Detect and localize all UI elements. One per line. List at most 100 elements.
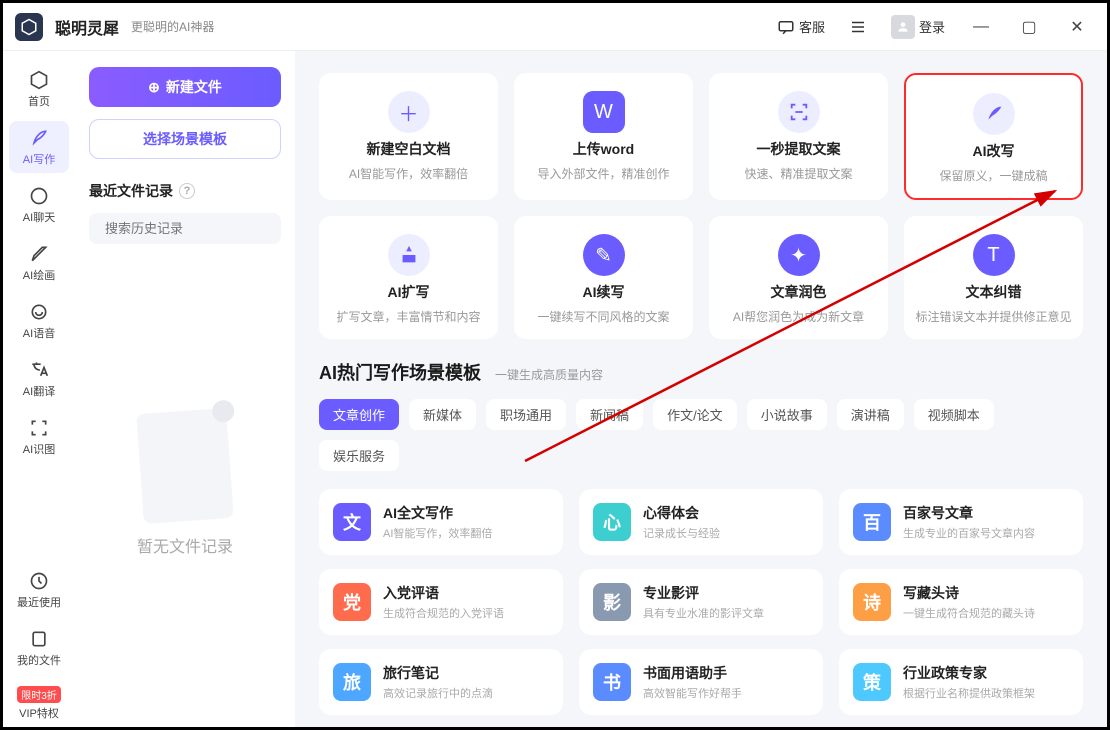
tab-1[interactable]: 新媒体	[409, 399, 476, 430]
feather-icon	[28, 127, 50, 149]
sidebar-item-write[interactable]: AI写作	[9, 121, 69, 173]
chat-icon	[28, 185, 50, 207]
template-card[interactable]: 策行业政策专家根据行业名称提供政策框架	[839, 649, 1083, 715]
template-icon: 诗	[853, 583, 891, 621]
close-button[interactable]: ✕	[1059, 9, 1095, 45]
tab-7[interactable]: 视频脚本	[914, 399, 994, 430]
mic-icon	[28, 301, 50, 323]
template-icon: 书	[593, 663, 631, 701]
template-desc: 根据行业名称提供政策框架	[903, 685, 1035, 701]
empty-text: 暂无文件记录	[137, 533, 233, 557]
template-title: 入党评语	[383, 583, 504, 603]
template-desc: 生成专业的百家号文章内容	[903, 525, 1035, 541]
polish-icon: ✦	[778, 234, 820, 276]
template-title: 百家号文章	[903, 503, 1035, 523]
template-card[interactable]: 文 AI全文写作 AI智能写作，效率翻倍	[319, 489, 563, 555]
tab-5[interactable]: 小说故事	[747, 399, 827, 430]
template-desc: 具有专业水准的影评文章	[643, 605, 764, 621]
expand-icon	[388, 234, 430, 276]
category-tabs: 文章创作新媒体职场通用新闻稿作文/论文小说故事演讲稿视频脚本娱乐服务	[319, 399, 1083, 471]
template-icon: 影	[593, 583, 631, 621]
tab-8[interactable]: 娱乐服务	[319, 440, 399, 471]
template-desc: 记录成长与经验	[643, 525, 720, 541]
template-card[interactable]: 心心得体会记录成长与经验	[579, 489, 823, 555]
template-title: AI全文写作	[383, 503, 492, 523]
sidebar-item-draw[interactable]: AI绘画	[9, 237, 69, 289]
template-icon: 百	[853, 503, 891, 541]
menu-icon	[849, 18, 867, 36]
minimize-button[interactable]: —	[963, 9, 999, 45]
template-desc: 一键生成符合规范的藏头诗	[903, 605, 1035, 621]
body: 首页 AI写作 AI聊天 AI绘画 AI语音 AI翻译 AI识图 最近使用 我的…	[3, 51, 1107, 727]
template-card[interactable]: 党入党评语生成符合规范的入党评语	[319, 569, 563, 635]
sidebar-item-voice[interactable]: AI语音	[9, 295, 69, 347]
sidebar-item-home[interactable]: 首页	[9, 63, 69, 115]
help-icon[interactable]: ?	[179, 183, 195, 199]
template-desc: 高效智能写作好帮手	[643, 685, 742, 701]
template-card[interactable]: 诗写藏头诗一键生成符合规范的藏头诗	[839, 569, 1083, 635]
feature-row-1: ＋新建空白文档AI智能写作，效率翻倍 W上传word导入外部文件，精准创作 一秒…	[319, 73, 1083, 200]
translate-icon	[28, 359, 50, 381]
app-tagline: 更聪明的AI神器	[131, 18, 214, 35]
template-icon: 旅	[333, 663, 371, 701]
tab-3[interactable]: 新闻稿	[576, 399, 643, 430]
tab-4[interactable]: 作文/论文	[653, 399, 737, 430]
file-icon	[28, 628, 50, 650]
continue-icon: ✎	[583, 234, 625, 276]
sidebar-item-chat[interactable]: AI聊天	[9, 179, 69, 231]
card-polish[interactable]: ✦文章润色AI帮您润色为成为新文章	[709, 216, 888, 339]
sidebar-item-myfiles[interactable]: 我的文件	[9, 622, 69, 674]
scan-icon	[28, 417, 50, 439]
template-card[interactable]: 书书面用语助手高效智能写作好帮手	[579, 649, 823, 715]
avatar-icon	[891, 15, 915, 39]
card-ai-continue[interactable]: ✎AI续写一键续写不同风格的文案	[514, 216, 693, 339]
new-file-button[interactable]: ⊕ 新建文件	[89, 67, 281, 107]
empty-illustration-icon	[136, 407, 233, 523]
maximize-button[interactable]: ▢	[1011, 9, 1047, 45]
tab-2[interactable]: 职场通用	[486, 399, 566, 430]
login-button[interactable]: 登录	[885, 11, 951, 43]
template-card[interactable]: 影专业影评具有专业水准的影评文章	[579, 569, 823, 635]
section-heading: AI热门写作场景模板 一键生成高质量内容	[319, 359, 1083, 385]
app-logo-icon	[15, 13, 43, 41]
template-title: 旅行笔记	[383, 663, 493, 683]
word-icon: W	[583, 91, 625, 133]
menu-button[interactable]	[843, 14, 873, 40]
correct-icon: T	[973, 234, 1015, 276]
template-desc: 高效记录旅行中的点滴	[383, 685, 493, 701]
section-title: AI热门写作场景模板	[319, 359, 481, 385]
clock-icon	[28, 570, 50, 592]
template-title: 行业政策专家	[903, 663, 1035, 683]
sidebar-item-vip[interactable]: 限时3折VIP特权	[9, 680, 69, 727]
plus-icon: ⊕	[148, 79, 160, 96]
search-input[interactable]	[105, 221, 281, 236]
tab-6[interactable]: 演讲稿	[837, 399, 904, 430]
app-window: 聪明灵犀 更聪明的AI神器 客服 登录 — ▢ ✕ 首页 AI写作 AI聊天 A…	[0, 0, 1110, 730]
template-card[interactable]: 旅旅行笔记高效记录旅行中的点滴	[319, 649, 563, 715]
tab-0[interactable]: 文章创作	[319, 399, 399, 430]
sidebar: 首页 AI写作 AI聊天 AI绘画 AI语音 AI翻译 AI识图 最近使用 我的…	[3, 51, 75, 727]
card-ai-expand[interactable]: AI扩写扩写文章，丰富情节和内容	[319, 216, 498, 339]
chat-icon	[777, 18, 795, 36]
brush-icon	[28, 243, 50, 265]
card-new-blank[interactable]: ＋新建空白文档AI智能写作，效率翻倍	[319, 73, 498, 200]
support-button[interactable]: 客服	[771, 13, 831, 40]
template-card[interactable]: 百百家号文章生成专业的百家号文章内容	[839, 489, 1083, 555]
section-subtitle: 一键生成高质量内容	[495, 366, 603, 383]
sidebar-item-vision[interactable]: AI识图	[9, 411, 69, 463]
choose-template-button[interactable]: 选择场景模板	[89, 119, 281, 159]
card-correct[interactable]: T文本纠错标注错误文本并提供修正意见	[904, 216, 1083, 339]
feather-icon	[973, 93, 1015, 135]
home-icon	[28, 69, 50, 91]
card-extract-text[interactable]: 一秒提取文案快速、精准提取文案	[709, 73, 888, 200]
card-ai-rewrite[interactable]: AI改写保留原义，一键成稿	[904, 73, 1083, 200]
sidebar-item-recent[interactable]: 最近使用	[9, 564, 69, 616]
sidebar-item-translate[interactable]: AI翻译	[9, 353, 69, 405]
template-desc: AI智能写作，效率翻倍	[383, 525, 492, 541]
feature-row-2: AI扩写扩写文章，丰富情节和内容 ✎AI续写一键续写不同风格的文案 ✦文章润色A…	[319, 216, 1083, 339]
template-icon: 文	[333, 503, 371, 541]
search-box[interactable]	[89, 213, 281, 244]
recent-files-heading: 最近文件记录 ?	[89, 181, 281, 201]
card-upload-word[interactable]: W上传word导入外部文件，精准创作	[514, 73, 693, 200]
titlebar: 聪明灵犀 更聪明的AI神器 客服 登录 — ▢ ✕	[3, 3, 1107, 51]
